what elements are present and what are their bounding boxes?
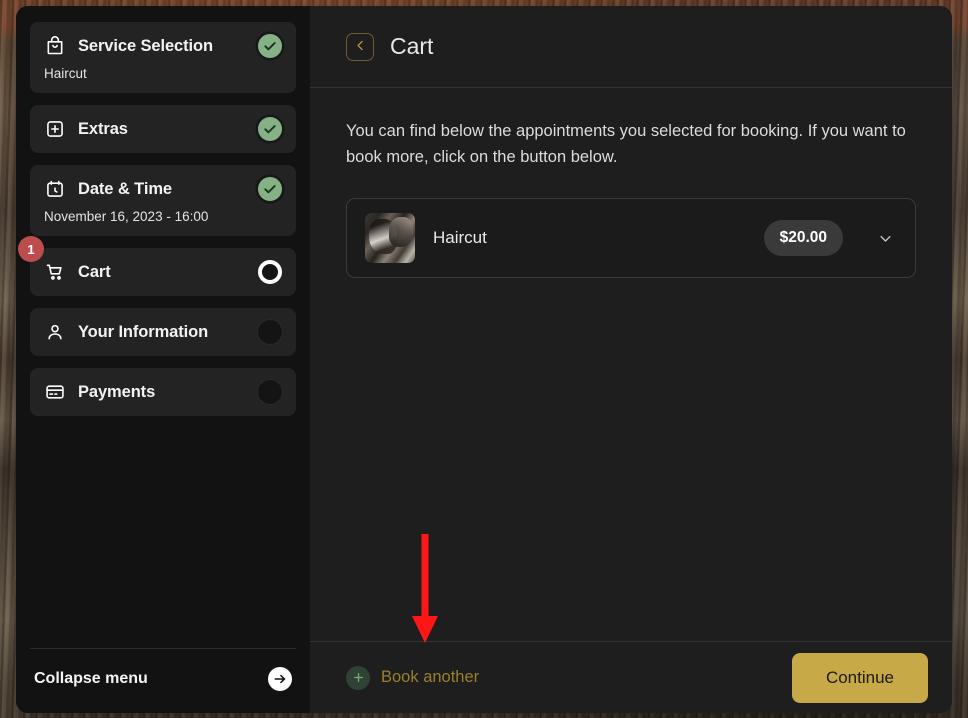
status-badge-done (258, 177, 282, 201)
step-row: Extras (44, 117, 282, 141)
cart-icon (44, 261, 66, 283)
book-another-button[interactable]: Book another (346, 665, 480, 690)
sidebar: Service Selection Haircut Extras Date & … (16, 6, 310, 713)
cart-count-badge: 1 (18, 236, 44, 262)
plus-square-icon (44, 118, 66, 140)
cart-content: You can find below the appointments you … (310, 88, 952, 641)
step-row: Your Information (44, 320, 282, 344)
bag-icon (44, 35, 66, 57)
step-row: Cart (44, 260, 282, 284)
step-row: Date & Time (44, 177, 282, 201)
sidebar-item-extras[interactable]: Extras (30, 105, 296, 153)
arrow-right-circle-icon[interactable] (268, 667, 292, 691)
continue-button[interactable]: Continue (791, 652, 928, 703)
sidebar-item-label: Date & Time (78, 179, 172, 198)
sidebar-item-sublabel: November 16, 2023 - 16:00 (44, 209, 209, 224)
collapse-menu-label: Collapse menu (34, 670, 148, 687)
sidebar-item-label: Payments (78, 382, 156, 401)
calendar-clock-icon (44, 178, 66, 200)
chevron-left-icon (354, 39, 367, 55)
cart-item-row[interactable]: Haircut $20.00 (346, 198, 916, 278)
sidebar-item-label: Cart (78, 262, 111, 281)
sidebar-item-payments[interactable]: Payments (30, 368, 296, 416)
status-badge-done (258, 34, 282, 58)
sidebar-item-your-information[interactable]: Your Information (30, 308, 296, 356)
cart-item-price: $20.00 (763, 220, 843, 256)
page-header: Cart (310, 6, 952, 88)
intro-text: You can find below the appointments you … (346, 122, 906, 166)
action-footer: Book another Continue (310, 641, 952, 713)
status-badge-todo (258, 380, 282, 404)
sidebar-item-label: Service Selection (78, 36, 213, 55)
status-badge-todo (258, 320, 282, 344)
sidebar-item-label: Extras (78, 119, 128, 138)
user-icon (44, 321, 66, 343)
chevron-down-icon[interactable] (875, 228, 895, 248)
booking-modal: Service Selection Haircut Extras Date & … (16, 6, 952, 713)
step-list: Service Selection Haircut Extras Date & … (16, 22, 310, 648)
credit-card-icon (44, 381, 66, 403)
step-row: Payments (44, 380, 282, 404)
sidebar-item-service-selection[interactable]: Service Selection Haircut (30, 22, 296, 93)
service-thumbnail (365, 213, 415, 263)
status-badge-done (258, 117, 282, 141)
step-row: Service Selection (44, 34, 282, 58)
sidebar-item-cart[interactable]: 1 Cart (18, 236, 296, 296)
collapse-menu-button[interactable]: Collapse menu (30, 648, 296, 713)
cart-item-name: Haircut (433, 228, 487, 247)
status-badge-active (258, 260, 282, 284)
plus-icon (346, 665, 370, 690)
back-button[interactable] (346, 32, 374, 61)
book-another-label: Book another (381, 668, 480, 686)
main-panel: Cart You can find below the appointments… (310, 6, 952, 713)
sidebar-item-sublabel: Haircut (44, 66, 87, 81)
page-title: Cart (390, 33, 434, 59)
sidebar-item-date-time[interactable]: Date & Time November 16, 2023 - 16:00 (30, 165, 296, 236)
sidebar-item-label: Your Information (78, 322, 209, 341)
